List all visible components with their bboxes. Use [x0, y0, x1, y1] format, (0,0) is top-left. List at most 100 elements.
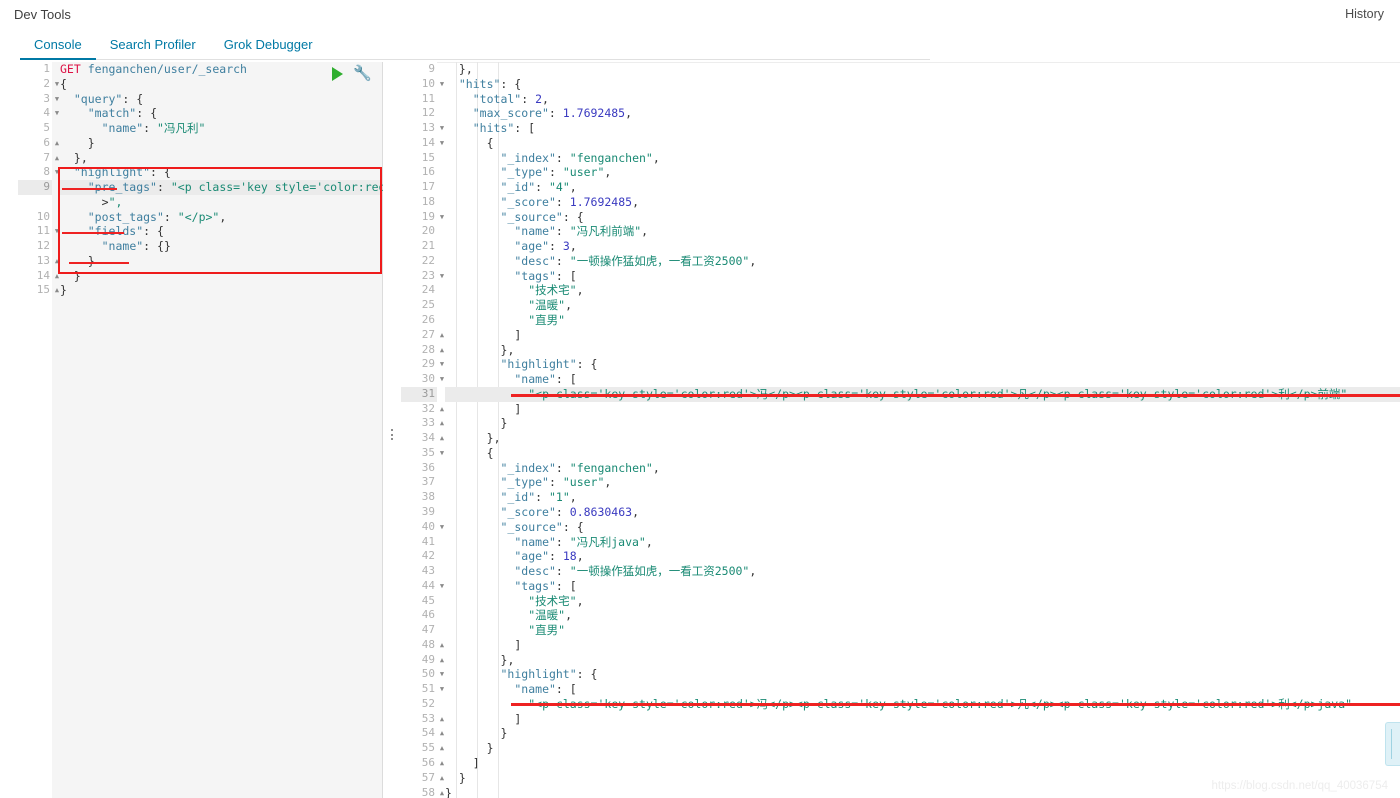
tab-search-profiler[interactable]: Search Profiler: [96, 37, 210, 60]
code-line[interactable]: "hits": {: [445, 77, 1400, 92]
code-line[interactable]: },: [60, 151, 382, 166]
code-line[interactable]: "age": 3,: [445, 239, 1400, 254]
code-line[interactable]: "pre_tags": "<p class='key style='color:…: [60, 180, 392, 195]
code-line[interactable]: "_id": "1",: [445, 490, 1400, 505]
top-bar: Dev Tools History: [0, 0, 1400, 28]
code-line[interactable]: "highlight": {: [445, 667, 1400, 682]
request-code[interactable]: GET fenganchen/user/_search{ "query": { …: [60, 62, 392, 798]
code-line[interactable]: "name": "冯凡利java",: [445, 535, 1400, 550]
watermark: https://blog.csdn.net/qq_40036754: [1211, 780, 1388, 792]
tab-grok-debugger[interactable]: Grok Debugger: [210, 37, 327, 60]
code-line[interactable]: "tags": [: [445, 579, 1400, 594]
response-editor[interactable]: 9 10 ▼ 11 12 13 ▼ 14 ▼ 15 16 17 18 19 ▼ 20 21 22 23 ▼ 24 25 26…: [401, 62, 1400, 798]
line-number: 36: [421, 460, 435, 474]
line-number: 31: [401, 386, 437, 402]
line-number: 9: [18, 180, 52, 195]
code-line[interactable]: "highlight": {: [60, 165, 382, 180]
code-line[interactable]: "_source": {: [445, 210, 1400, 225]
line-number: 32 ▲: [421, 401, 445, 415]
code-line[interactable]: },: [445, 431, 1400, 446]
line-number: 20: [421, 224, 435, 238]
code-line[interactable]: {: [445, 136, 1400, 151]
code-line[interactable]: {: [445, 446, 1400, 461]
code-line[interactable]: "技术宅",: [445, 283, 1400, 298]
code-line[interactable]: "直男": [445, 313, 1400, 328]
code-line[interactable]: "温暖",: [445, 298, 1400, 313]
code-line[interactable]: },: [445, 653, 1400, 668]
code-line[interactable]: "_score": 1.7692485,: [445, 195, 1400, 210]
code-line[interactable]: "highlight": {: [445, 357, 1400, 372]
left-margin: [0, 62, 18, 798]
line-number: 55 ▲: [421, 741, 445, 755]
code-line[interactable]: "max_score": 1.7692485,: [445, 106, 1400, 121]
code-line[interactable]: },: [445, 62, 1400, 77]
code-line[interactable]: }: [445, 416, 1400, 431]
code-line[interactable]: "name": "冯凡利": [60, 121, 382, 136]
line-number: 42: [421, 549, 435, 563]
code-line[interactable]: ]: [445, 402, 1400, 417]
code-line[interactable]: "name": "冯凡利前端",: [445, 224, 1400, 239]
line-number: 8 ▼: [43, 165, 60, 179]
code-line[interactable]: }: [60, 283, 382, 298]
right-edge-toggle[interactable]: [1385, 722, 1400, 766]
line-number: 4 ▼: [43, 106, 60, 120]
response-code[interactable]: }, "hits": { "total": 2, "max_score": 1.…: [445, 62, 1400, 798]
line-number: 51 ▼: [421, 682, 445, 696]
line-number: 50 ▼: [421, 667, 445, 681]
code-line[interactable]: "<p class='key style='color:red'>冯</p><p…: [445, 697, 1400, 712]
code-line[interactable]: }: [60, 136, 382, 151]
code-line[interactable]: }: [445, 726, 1400, 741]
code-line[interactable]: ]: [445, 328, 1400, 343]
code-line[interactable]: }: [445, 741, 1400, 756]
code-line[interactable]: "desc": "一顿操作猛如虎，一看工资2500",: [445, 254, 1400, 269]
code-line[interactable]: "name": [: [445, 682, 1400, 697]
code-line[interactable]: "_index": "fenganchen",: [445, 151, 1400, 166]
code-line[interactable]: ]: [445, 638, 1400, 653]
code-line[interactable]: }: [60, 254, 382, 269]
line-number: 17: [421, 180, 435, 194]
code-line[interactable]: "total": 2,: [445, 92, 1400, 107]
code-line[interactable]: "tags": [: [445, 269, 1400, 284]
line-number: 58 ▲: [421, 785, 445, 798]
code-line[interactable]: ]: [445, 712, 1400, 727]
line-number: 25: [421, 298, 435, 312]
history-button[interactable]: History: [1345, 7, 1384, 21]
line-number: 10: [36, 209, 50, 223]
code-line[interactable]: "_index": "fenganchen",: [445, 461, 1400, 476]
splitter-drag-handle[interactable]: [391, 429, 393, 440]
code-line[interactable]: "_type": "user",: [445, 475, 1400, 490]
code-line[interactable]: "hits": [: [445, 121, 1400, 136]
code-line[interactable]: ]: [445, 756, 1400, 771]
line-number: 35 ▼: [421, 445, 445, 459]
line-number: [18, 195, 52, 210]
code-line[interactable]: "match": {: [60, 106, 382, 121]
wrench-icon[interactable]: 🔧: [353, 66, 372, 81]
code-line[interactable]: "温暖",: [445, 608, 1400, 623]
request-line-numbers: 1 2 ▼ 3 ▼ 4 ▼ 5 6 ▲ 7 ▲ 8 ▼ 9 10 11 ▼ 12 13 ▲ 14 ▲ 15 ▲: [18, 62, 60, 798]
code-line[interactable]: },: [445, 343, 1400, 358]
code-line[interactable]: "_source": {: [445, 520, 1400, 535]
request-editor[interactable]: 🔧 1 2 ▼ 3 ▼ 4 ▼ 5 6 ▲ 7 ▲ 8 ▼ 9 10 11 ▼ 12 13 ▲ 14 ▲ 15 ▲ GET fe…: [18, 62, 392, 798]
code-line[interactable]: "desc": "一顿操作猛如虎，一看工资2500",: [445, 564, 1400, 579]
line-number: 37: [421, 475, 435, 489]
code-line[interactable]: }: [60, 269, 382, 284]
code-line[interactable]: "直男": [445, 623, 1400, 638]
code-line[interactable]: "_type": "user",: [445, 165, 1400, 180]
code-line[interactable]: "name": {}: [60, 239, 382, 254]
code-line[interactable]: "_id": "4",: [445, 180, 1400, 195]
code-line[interactable]: "_score": 0.8630463,: [445, 505, 1400, 520]
play-icon[interactable]: [332, 66, 344, 81]
code-line[interactable]: "post_tags": "</p>",: [60, 210, 382, 225]
code-line[interactable]: "name": [: [445, 372, 1400, 387]
code-line[interactable]: "fields": {: [60, 224, 382, 239]
code-line[interactable]: "age": 18,: [445, 549, 1400, 564]
line-number: 3 ▼: [43, 91, 60, 105]
code-line[interactable]: >",: [60, 195, 382, 210]
code-line[interactable]: "query": {: [60, 92, 382, 107]
tab-console[interactable]: Console: [20, 37, 96, 60]
line-number: 1: [43, 62, 50, 75]
code-line[interactable]: "<p class='key style='color:red'>冯</p><p…: [445, 386, 1400, 402]
panel-splitter[interactable]: [383, 62, 401, 798]
line-number: 12: [36, 239, 50, 253]
code-line[interactable]: "技术宅",: [445, 594, 1400, 609]
